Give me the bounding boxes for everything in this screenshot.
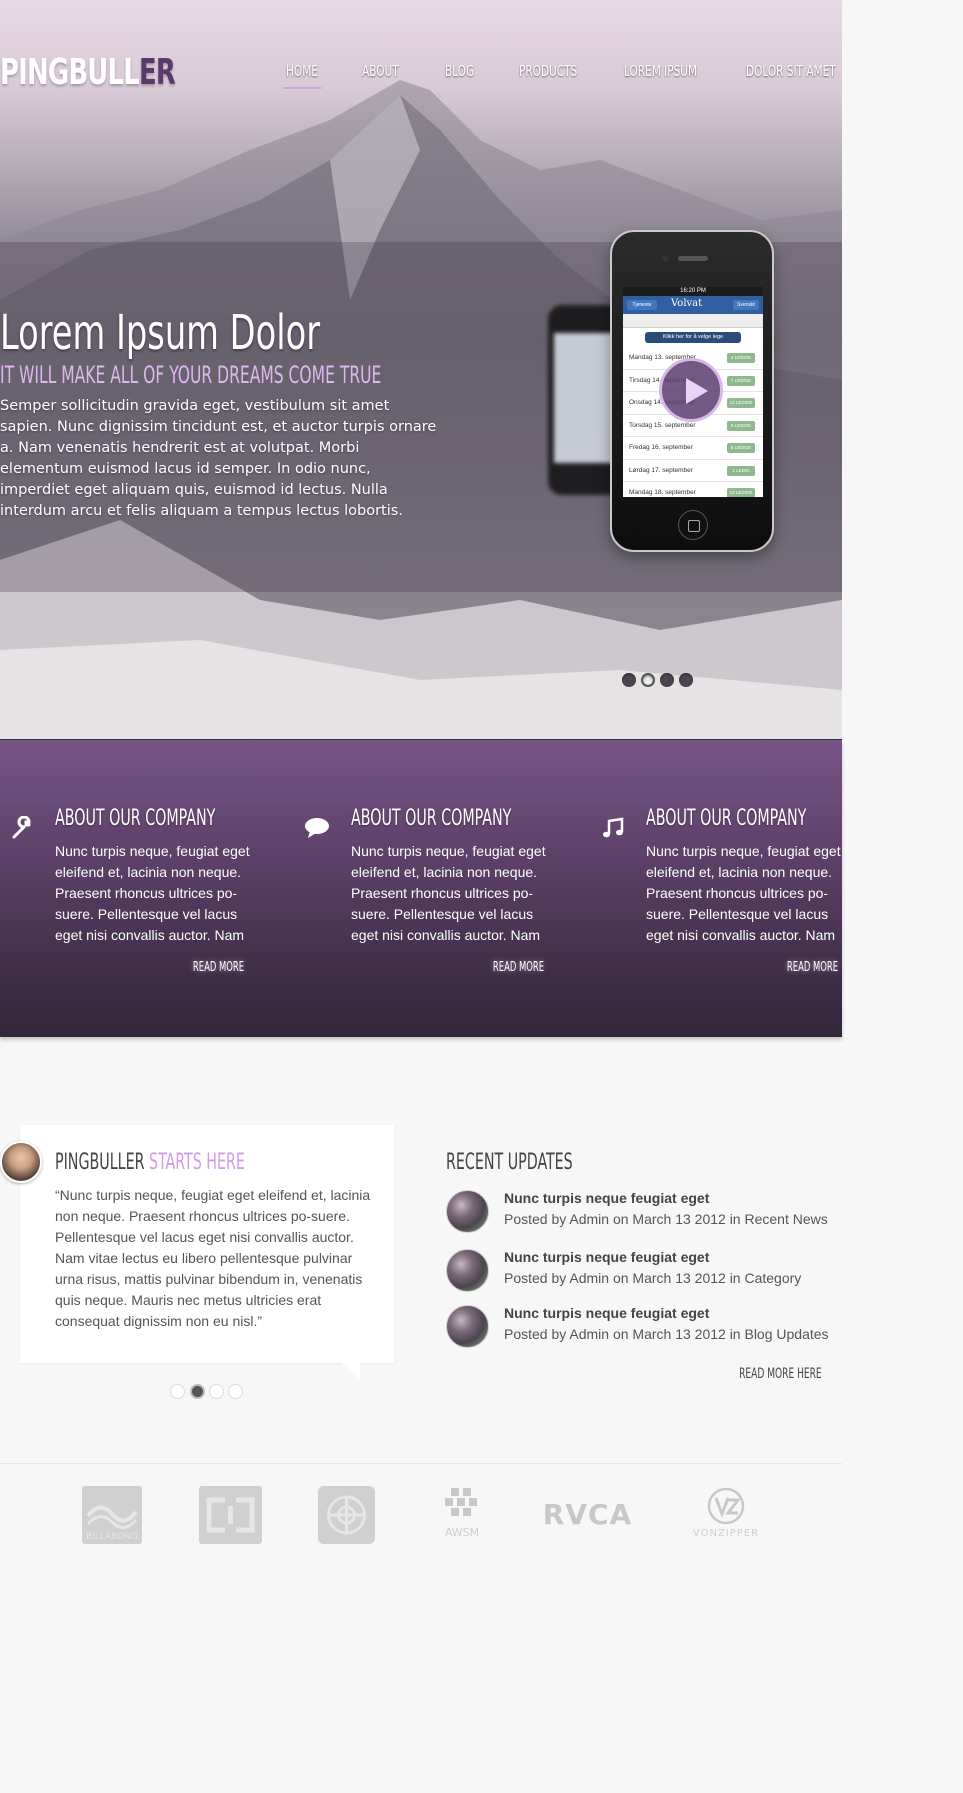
phone-row-tag: 13 LEDIGE xyxy=(727,398,755,408)
wrench-icon xyxy=(12,816,31,839)
post-thumbnail[interactable] xyxy=(446,1190,489,1233)
nav-item-blog[interactable]: BLOG xyxy=(445,62,474,88)
slider-dot[interactable] xyxy=(228,1384,243,1399)
phone-row-tag: 13 LEDIGE xyxy=(727,488,755,497)
phone-row-date: Lørdag 17. september xyxy=(629,466,693,474)
rvca-logo[interactable]: RVCA xyxy=(540,1486,635,1544)
phone-row-tag: 4 LEDIGE xyxy=(727,353,755,363)
feature-title: ABOUT OUR COMPANY xyxy=(646,806,807,831)
brand-logos-strip: BILLABONG AWSM RVCA VONZIPPER xyxy=(0,1463,842,1568)
music-note-icon xyxy=(603,817,624,838)
feature-card: ABOUT OUR COMPANY Nunc turpis neque, feu… xyxy=(0,740,260,1038)
nav-item-products[interactable]: PRODUCTS xyxy=(519,62,577,88)
read-more-link[interactable]: READ MORE xyxy=(193,960,244,975)
slider-dot[interactable] xyxy=(209,1384,224,1399)
testimonial-title: PINGBULLER STARTS HERE xyxy=(55,1150,245,1175)
billabong-logo[interactable]: BILLABONG xyxy=(82,1486,142,1544)
hero-subtitle: IT WILL MAKE ALL OF YOUR DREAMS COME TRU… xyxy=(0,361,382,389)
phone-row-tag: 8 LEDIGE xyxy=(727,443,755,453)
main-nav: HOME ABOUT BLOG PRODUCTS LOREM IPSUM DOL… xyxy=(0,62,842,92)
feature-title: ABOUT OUR COMPANY xyxy=(351,806,512,831)
list-item[interactable]: Nunc turpis neque feugiat eget Posted by… xyxy=(446,1190,842,1236)
nav-item-home[interactable]: HOME xyxy=(282,62,322,89)
phone-status-time: 16:20 PM xyxy=(623,287,763,296)
element-logo[interactable] xyxy=(318,1486,375,1544)
list-item[interactable]: Nunc turpis neque feugiat eget Posted by… xyxy=(446,1305,842,1351)
phone-right-button: Svenskt xyxy=(733,300,759,310)
read-more-link[interactable]: READ MORE xyxy=(493,960,544,975)
feature-title: ABOUT OUR COMPANY xyxy=(55,806,216,831)
read-more-link[interactable]: READ MORE xyxy=(787,960,838,975)
phone-list-row: Fredag 16. september 8 LEDIGE xyxy=(623,437,763,460)
slider-dot[interactable] xyxy=(679,673,693,687)
slider-dot[interactable] xyxy=(622,673,636,687)
awsm-logo[interactable]: AWSM xyxy=(437,1486,487,1544)
list-item[interactable]: Nunc turpis neque feugiat eget Posted by… xyxy=(446,1249,842,1295)
home-button-icon xyxy=(678,510,708,540)
post-meta: Posted by Admin on March 13 2012 in Cate… xyxy=(504,1270,802,1286)
vonzipper-logo[interactable]: VONZIPPER xyxy=(690,1486,762,1544)
post-headline[interactable]: Nunc turpis neque feugiat eget xyxy=(504,1305,709,1321)
feature-text: Nunc turpis neque, feugiat eget eleifend… xyxy=(351,843,546,943)
avatar xyxy=(0,1141,42,1183)
phone-steps xyxy=(623,314,763,328)
phone-row-tag: 1 LEDIG xyxy=(727,465,755,476)
brand-label: AWSM xyxy=(444,1526,480,1539)
brand-label: VONZIPPER xyxy=(692,1528,760,1539)
nav-item-lorem-ipsum[interactable]: LOREM IPSUM xyxy=(624,62,697,88)
phone-row-date: Torsdag 15. september xyxy=(629,421,696,429)
post-thumbnail[interactable] xyxy=(446,1305,489,1348)
slider-dot-active[interactable] xyxy=(190,1384,205,1399)
slider-dot[interactable] xyxy=(170,1384,185,1399)
recent-updates-title: RECENT UPDATES xyxy=(446,1150,573,1175)
brand-label: BILLABONG xyxy=(85,1532,139,1542)
play-video-button[interactable] xyxy=(659,358,723,422)
phone-row-tag: 7 LEDIGE xyxy=(727,375,755,386)
post-meta: Posted by Admin on March 13 2012 in Blog… xyxy=(504,1326,829,1342)
speech-bubble-icon xyxy=(305,818,329,838)
slider-dot-active[interactable] xyxy=(641,673,655,687)
phone-row-date: Fredag 16. september xyxy=(629,444,693,451)
phone-row-tag: 9 LEDIGE xyxy=(727,420,755,431)
feature-card: ABOUT OUR COMPANY Nunc turpis neque, feu… xyxy=(296,740,556,1038)
phone-cta: Klikk her for å velge lege xyxy=(645,332,741,343)
phone-list-row: Lørdag 17. september 1 LEDIG xyxy=(623,460,763,482)
post-thumbnail[interactable] xyxy=(446,1249,489,1292)
post-meta: Posted by Admin on March 13 2012 in Rece… xyxy=(504,1211,828,1227)
nav-item-about[interactable]: ABOUT xyxy=(362,62,399,88)
feature-text: Nunc turpis neque, feugiat eget eleifend… xyxy=(646,843,841,943)
hero-text: Semper sollicitudin gravida eget, vestib… xyxy=(0,398,437,519)
dc-logo[interactable] xyxy=(199,1486,262,1544)
phone-row-date: Mandag 18. september xyxy=(629,489,696,496)
phone-back-button: Tjeneste xyxy=(627,300,657,310)
camera-icon xyxy=(662,255,669,262)
nav-item-dolor-sit-amet[interactable]: DOLOR SIT AMET xyxy=(746,62,836,88)
brand-label: RVCA xyxy=(542,1498,633,1531)
testimonial-quote: “Nunc turpis neque, feugiat eget eleifen… xyxy=(55,1187,371,1329)
features-section: ABOUT OUR COMPANY Nunc turpis neque, feu… xyxy=(0,739,842,1037)
feature-card: ABOUT OUR COMPANY Nunc turpis neque, feu… xyxy=(591,740,851,1038)
slider-dot[interactable] xyxy=(660,673,674,687)
hero-slider: PINGBULLER HOME ABOUT BLOG PRODUCTS LORE… xyxy=(0,0,842,739)
phone-list-row: Mandag 18. september 13 LEDIGE xyxy=(623,482,763,497)
read-more-here-link[interactable]: READ MORE HERE xyxy=(739,1366,822,1382)
hero-title: Lorem Ipsum Dolor xyxy=(0,305,321,361)
post-headline[interactable]: Nunc turpis neque feugiat eget xyxy=(504,1249,709,1265)
post-headline[interactable]: Nunc turpis neque feugiat eget xyxy=(504,1190,709,1206)
phone-app-bar: Tjeneste Volvat Svenskt xyxy=(623,296,763,314)
feature-text: Nunc turpis neque, feugiat eget eleifend… xyxy=(55,843,250,943)
phone-app-name: Volvat xyxy=(671,298,703,309)
speaker-icon xyxy=(678,256,708,261)
